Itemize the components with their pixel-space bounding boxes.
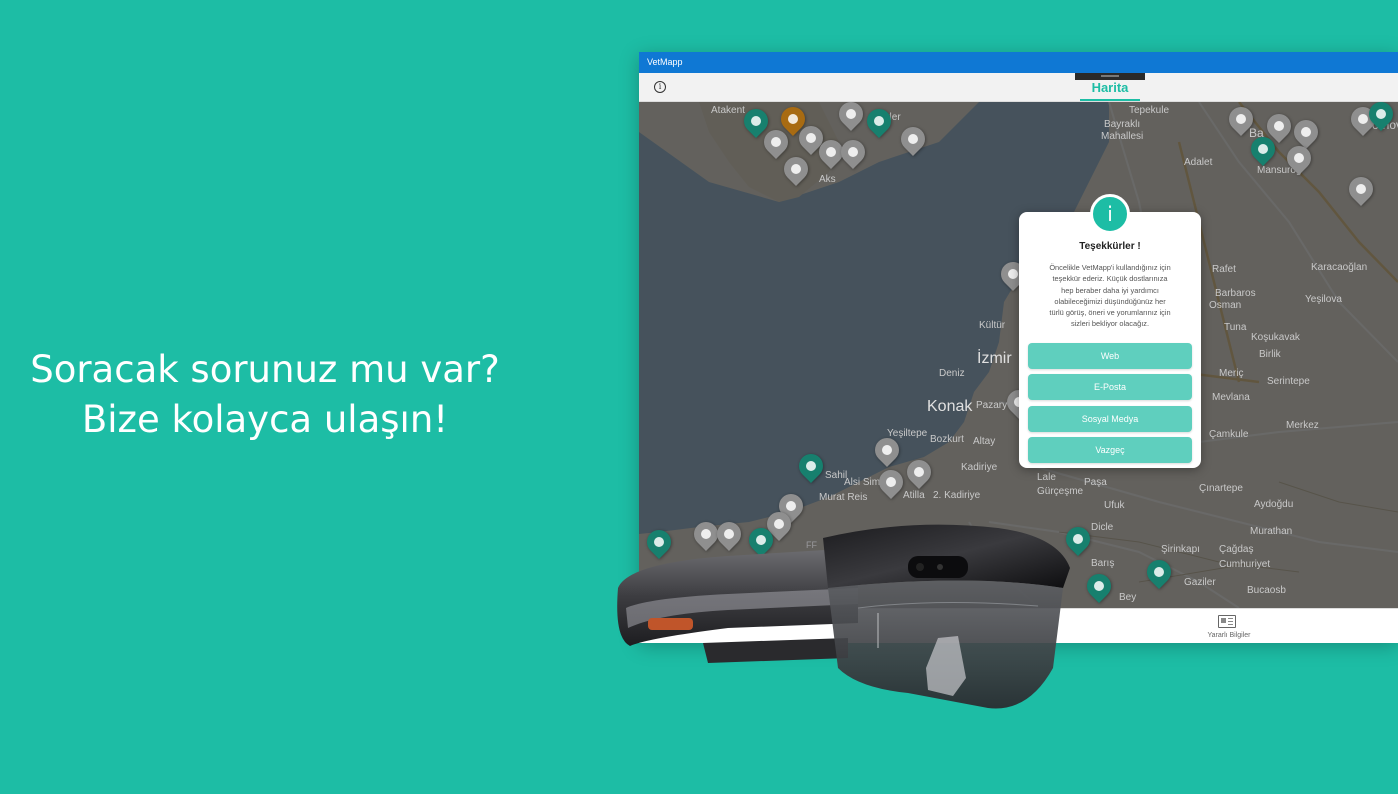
map-label: Adalet <box>1184 157 1213 168</box>
map-label: Atilla <box>903 490 925 501</box>
map-label: Aydoğdu <box>1254 499 1294 510</box>
map-label: Bucaosb <box>1247 585 1286 596</box>
map-label: Kadiriye <box>961 462 998 473</box>
map-label: Tuna <box>1224 322 1247 333</box>
map-label: Bey <box>1119 592 1137 603</box>
map-label: Koşukavak <box>1251 332 1300 343</box>
map-label: Atakent <box>711 105 745 116</box>
email-button[interactable]: E-Posta <box>1028 374 1192 400</box>
map-label: Çağdaş <box>1219 544 1254 555</box>
cancel-button[interactable]: Vazgeç <box>1028 437 1192 463</box>
promo-line-2: Bize kolayca ulaşın! <box>81 398 449 441</box>
map-label: Altay <box>973 436 996 447</box>
map-label: Gaziler <box>1184 577 1216 588</box>
info-icon: i <box>1090 194 1130 234</box>
map-label: Konak <box>927 398 973 415</box>
map-label: Tepekule <box>1129 105 1170 116</box>
promo-headline: Soracak sorunuz mu var? Bize kolayca ula… <box>30 345 500 445</box>
map-label: Pazary <box>976 400 1008 411</box>
map-label: Bayraklı <box>1104 119 1141 130</box>
dialog-message-line: hep beraber daha iyi yardımcı <box>1061 285 1159 295</box>
map-label: Barbaros <box>1215 288 1256 299</box>
map-label: Rafet <box>1212 264 1236 275</box>
promo-line-1: Soracak sorunuz mu var? <box>30 348 500 391</box>
dialog-message-line: teşekkür ederiz. Küçük dostlarınıza <box>1052 274 1168 284</box>
map-label: İzmir <box>977 350 1012 367</box>
tab-harita[interactable]: Harita <box>1075 80 1145 95</box>
map-label: Murathan <box>1250 526 1293 537</box>
newspaper-icon[interactable] <box>1218 615 1236 628</box>
map-label: Birlik <box>1259 349 1281 360</box>
bottom-nav-label[interactable]: Yararlı Bilgiler <box>1199 632 1259 639</box>
drag-handle[interactable] <box>1075 73 1145 80</box>
map-label: Deniz <box>939 368 965 379</box>
window-titlebar[interactable]: VetMapp <box>639 52 1398 73</box>
map-label: Çamkule <box>1209 429 1249 440</box>
map-label: Merkez <box>1286 420 1319 431</box>
dialog-message: Öncelikle VetMapp'i kullandığınız için t… <box>1031 262 1189 330</box>
map-label: Aks <box>819 174 836 185</box>
map-label: Barış <box>1091 558 1115 569</box>
top-nav-bar: i Harita <box>639 73 1398 102</box>
web-button[interactable]: Web <box>1028 343 1192 369</box>
dialog-message-line: sizleri bekliyor olacağız. <box>1070 319 1150 329</box>
map-label: Lale <box>1037 472 1056 483</box>
map-label: Mevlana <box>1212 392 1250 403</box>
map-label: Paşa <box>1084 477 1107 488</box>
dialog-message-line: türlü görüş, öneri ve yorumlarınız için <box>1049 308 1171 318</box>
map-label: Gürçeşme <box>1037 486 1084 497</box>
dialog-message-line: olabileceğimizi düşündüğünüz her <box>1054 296 1166 306</box>
social-media-button[interactable]: Sosyal Medya <box>1028 406 1192 432</box>
map-label: Ufuk <box>1104 500 1125 511</box>
map-label: Yeşilova <box>1305 294 1342 305</box>
map-label: Dicle <box>1091 522 1114 533</box>
map-label: Karacaoğlan <box>1311 262 1368 273</box>
map-label: Murat Reis <box>819 492 868 503</box>
hololens-headset-image: FF <box>617 524 1070 709</box>
map-label: Şirinkapı <box>1161 544 1200 555</box>
map-label: Yeşiltepe <box>887 428 928 439</box>
headset-logo: FF <box>806 540 817 550</box>
tab-active-indicator <box>1080 99 1140 101</box>
map-label: Kültür <box>979 320 1006 331</box>
map-label: Cumhuriyet <box>1219 559 1271 570</box>
contact-dialog: i Teşekkürler ! Öncelikle VetMapp'i kull… <box>1019 194 1201 468</box>
map-label: Mahallesi <box>1101 131 1144 142</box>
map-label: Bozkurt <box>930 434 964 445</box>
dialog-title: Teşekkürler ! <box>1079 241 1141 252</box>
info-icon[interactable]: i <box>654 81 666 93</box>
map-label: Çınartepe <box>1199 483 1243 494</box>
dialog-message-line: Öncelikle VetMapp'i kullandığınız için <box>1049 263 1171 272</box>
map-label: 2. Kadiriye <box>933 490 981 501</box>
map-label: Serintepe <box>1267 376 1310 387</box>
map-label: Osman <box>1209 300 1242 311</box>
map-label: Meriç <box>1219 368 1244 379</box>
